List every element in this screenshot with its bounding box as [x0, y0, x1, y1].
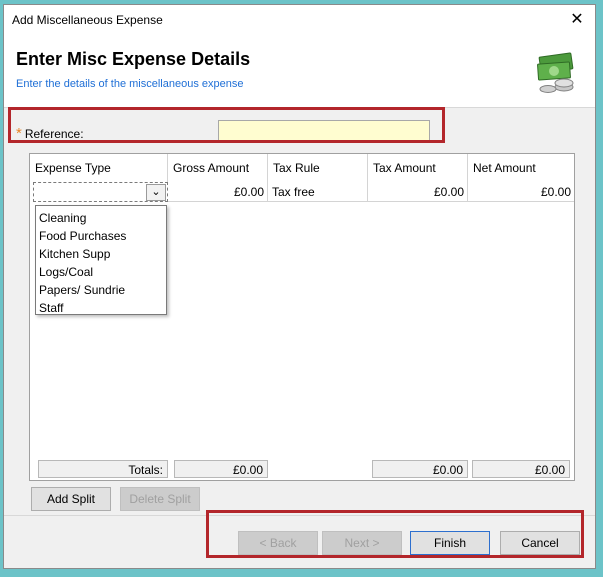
- totals-label: Totals:: [38, 460, 168, 478]
- money-icon: [537, 52, 574, 93]
- dropdown-option-staff[interactable]: Staff: [36, 299, 166, 317]
- tax-rule-cell[interactable]: Tax free: [268, 182, 368, 202]
- dialog-window: Add Miscellaneous Expense ✕ Enter Misc E…: [3, 4, 596, 569]
- column-header-gross-amount[interactable]: Gross Amount: [168, 154, 268, 182]
- dropdown-option-logs-coal[interactable]: Logs/Coal: [36, 263, 166, 281]
- dropdown-option-food-purchases[interactable]: Food Purchases: [36, 227, 166, 245]
- add-split-button[interactable]: Add Split: [31, 487, 111, 511]
- page-subtitle: Enter the details of the miscellaneous e…: [16, 78, 244, 90]
- dialog-header: Enter Misc Expense Details Enter the det…: [4, 35, 595, 108]
- total-net: £0.00: [472, 460, 570, 478]
- column-header-expense-type[interactable]: Expense Type: [30, 154, 168, 182]
- total-gross: £0.00: [174, 460, 268, 478]
- title-bar: Add Miscellaneous Expense ✕: [4, 5, 595, 35]
- window-title: Add Miscellaneous Expense: [12, 13, 163, 27]
- navigation-highlight-box: [206, 510, 584, 558]
- column-header-net-amount[interactable]: Net Amount: [468, 154, 574, 182]
- page-title: Enter Misc Expense Details: [16, 49, 251, 69]
- expense-type-dropdown: Cleaning Food Purchases Kitchen Supp Log…: [35, 205, 167, 315]
- column-header-tax-rule[interactable]: Tax Rule: [268, 154, 368, 182]
- tax-amount-cell[interactable]: £0.00: [368, 182, 468, 202]
- gross-amount-cell[interactable]: £0.00: [168, 182, 268, 202]
- net-amount-cell[interactable]: £0.00: [468, 182, 574, 202]
- chevron-down-icon[interactable]: ⌄: [146, 184, 166, 201]
- dropdown-option-papers-sundrie[interactable]: Papers/ Sundrie: [36, 281, 166, 299]
- close-icon[interactable]: ✕: [566, 9, 588, 31]
- expense-grid: Expense Type Gross Amount Tax Rule Tax A…: [29, 153, 575, 481]
- dropdown-option-cleaning[interactable]: Cleaning: [36, 209, 166, 227]
- column-header-tax-amount[interactable]: Tax Amount: [368, 154, 468, 182]
- dropdown-option-kitchen-supp[interactable]: Kitchen Supp: [36, 245, 166, 263]
- total-tax: £0.00: [372, 460, 468, 478]
- delete-split-button[interactable]: Delete Split: [120, 487, 200, 511]
- reference-highlight-box: [8, 107, 445, 143]
